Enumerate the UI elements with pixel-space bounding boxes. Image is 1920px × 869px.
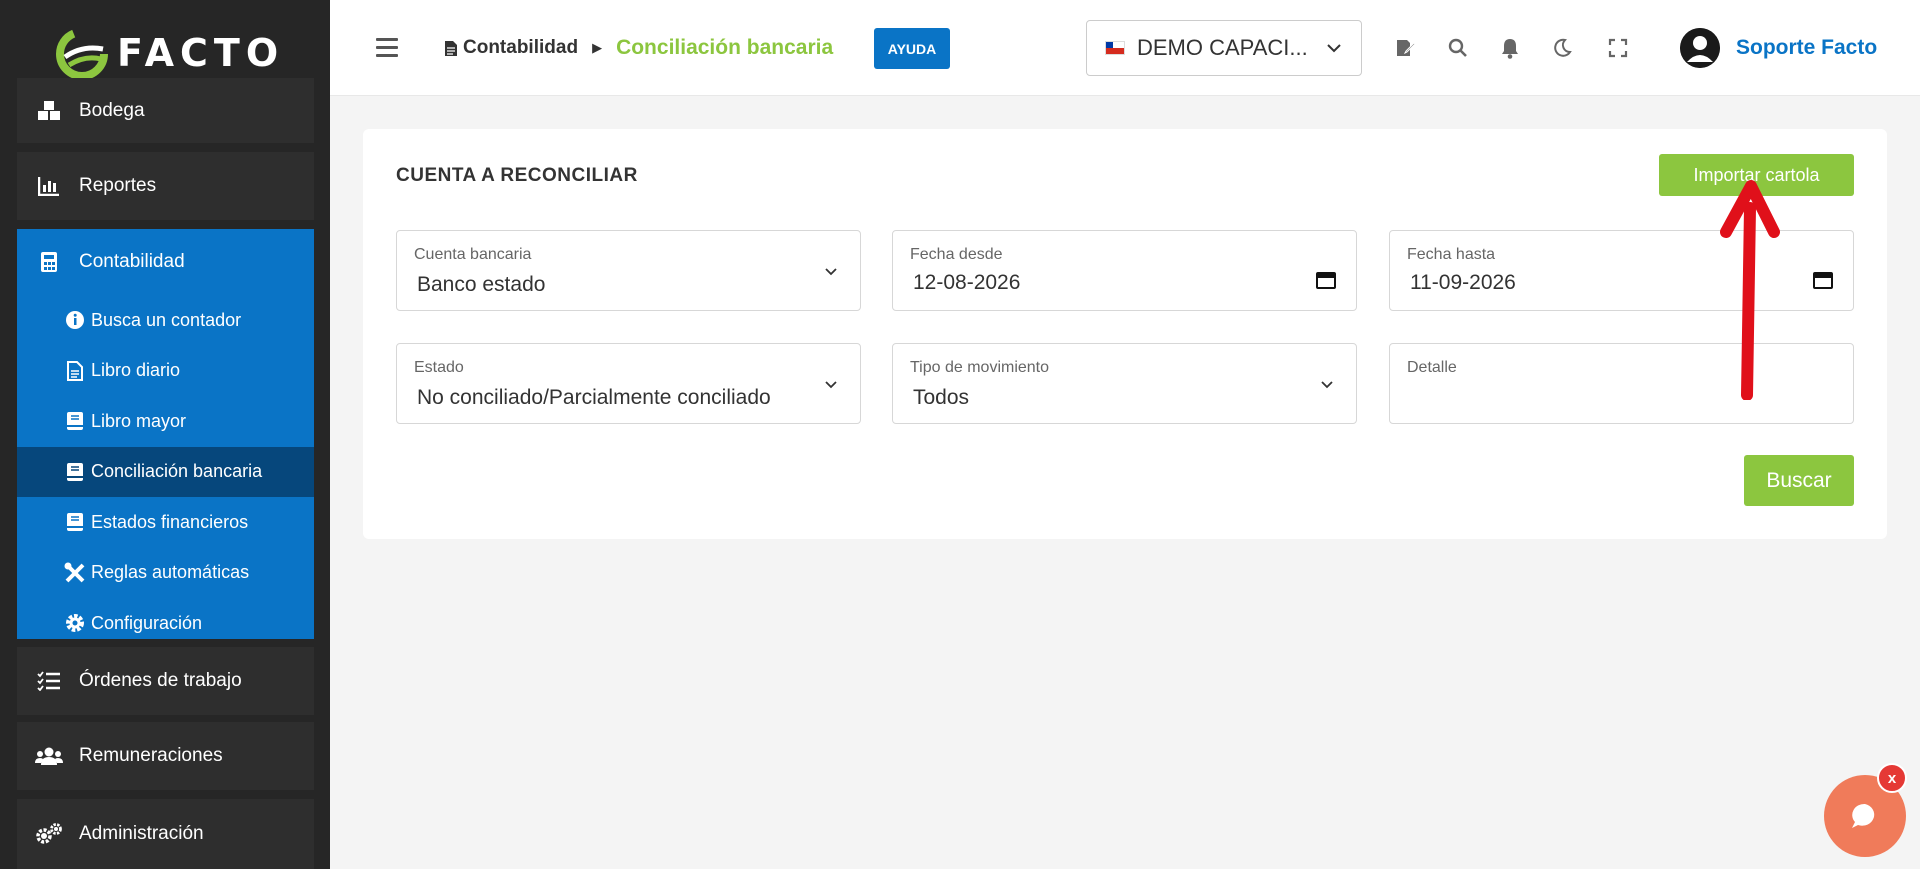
checklist-icon [35,671,63,691]
search-icon[interactable] [1446,36,1470,60]
sidebar-subitem-label: Reglas automáticas [91,562,250,583]
field-value: No conciliado/Parcialmente conciliado [417,386,771,409]
file-icon [63,360,87,381]
bell-icon[interactable] [1498,36,1522,60]
sidebar-group-contabilidad: Contabilidad Busca un contador Libro dia… [17,229,314,639]
chevron-down-icon [1321,381,1333,389]
field-label: Detalle [1407,359,1457,376]
users-icon [35,746,63,766]
annotation-arrow-icon [1720,180,1780,400]
chat-bubble-icon [1852,803,1875,828]
sidebar: FACTO powered by koywe Bodega Reportes C… [0,0,330,869]
sidebar-subitem-label: Libro diario [91,360,181,381]
book-icon [63,512,87,532]
field-label: Tipo de movimiento [910,359,1050,376]
sidebar-subitem-reglas-automaticas[interactable]: Reglas automáticas [17,548,314,599]
card-title: CUENTA A RECONCILIAR [396,165,638,186]
field-label: Fecha hasta [1407,246,1496,263]
gear-icon [63,612,87,634]
field-label: Estado [414,359,464,376]
breadcrumb-root-label: Contabilidad [463,37,579,58]
sidebar-item-label: Órdenes de trabajo [79,670,242,691]
sidebar-subitem-libro-mayor[interactable]: Libro mayor [17,396,314,447]
facto-logo-icon [56,28,108,80]
boxes-icon [35,100,63,122]
user-name[interactable]: Soporte Facto [1736,36,1877,60]
bank-account-select[interactable]: Cuenta bancaria Banco estado [396,230,861,311]
company-select[interactable]: DEMO CAPACI... [1086,20,1362,76]
chevron-down-icon [825,268,837,276]
user-icon [1680,28,1720,68]
breadcrumb-root[interactable]: Contabilidad [444,37,578,59]
sidebar-item-label: Bodega [79,99,145,121]
chile-flag-icon [1105,41,1125,55]
field-value: 12-08-2026 [913,271,1021,294]
book-icon [63,411,87,431]
menu-toggle-icon[interactable] [376,38,398,62]
sidebar-item-label: Remuneraciones [79,745,223,766]
fullscreen-icon[interactable] [1606,36,1630,60]
chevron-down-icon [825,381,837,389]
sidebar-item-label: Reportes [79,175,157,196]
field-value: Todos [913,386,970,409]
gears-icon [35,823,63,845]
tools-icon [63,562,87,584]
search-button[interactable]: Buscar [1744,455,1854,506]
date-to-input[interactable]: Fecha hasta 11-09-2026 [1389,230,1854,311]
date-from-input[interactable]: Fecha desde 12-08-2026 [892,230,1357,311]
sidebar-item-reportes[interactable]: Reportes [17,152,314,220]
sidebar-subitem-conciliacion-bancaria[interactable]: Conciliación bancaria [17,446,314,497]
bar-chart-icon [35,176,63,196]
reconcile-card: CUENTA A RECONCILIAR Importar cartola Cu… [363,129,1887,539]
top-header: Contabilidad ▶ Conciliación bancaria AYU… [330,0,1920,96]
breadcrumb-current: Conciliación bancaria [616,36,834,59]
sidebar-subitem-label: Busca un contador [91,309,242,330]
moon-icon[interactable] [1550,36,1574,60]
sidebar-subitem-label: Conciliación bancaria [91,461,263,482]
field-value: 11-09-2026 [1410,271,1516,294]
sidebar-subitem-label: Libro mayor [91,410,187,431]
sidebar-item-ordenes-trabajo[interactable]: Órdenes de trabajo [17,647,314,715]
help-button[interactable]: AYUDA [874,28,950,69]
detail-input[interactable]: Detalle [1389,343,1854,424]
chevron-down-icon [1327,44,1341,53]
company-name: DEMO CAPACI... [1137,35,1308,60]
sidebar-subitem-busca-contador[interactable]: Busca un contador [17,295,314,346]
sidebar-item-label: Contabilidad [79,251,185,272]
sidebar-subitem-libro-diario[interactable]: Libro diario [17,346,314,397]
chat-close-button[interactable]: x [1877,763,1907,793]
breadcrumb: Contabilidad ▶ Conciliación bancaria [444,36,833,60]
user-avatar[interactable] [1680,28,1720,68]
brand-name: FACTO [117,31,285,75]
sidebar-item-label: Administración [79,823,204,844]
sidebar-subitem-label: Estados financieros [91,511,249,532]
field-value: Banco estado [417,273,546,296]
sidebar-item-contabilidad[interactable]: Contabilidad [17,229,314,295]
movement-type-select[interactable]: Tipo de movimiento Todos [892,343,1357,424]
sidebar-subitem-configuracion[interactable]: Configuración [17,598,314,649]
calendar-icon[interactable] [1813,271,1833,289]
sidebar-item-administracion[interactable]: Administración [17,799,314,869]
status-select[interactable]: Estado No conciliado/Parcialmente concil… [396,343,861,424]
sidebar-item-remuneraciones[interactable]: Remuneraciones [17,722,314,790]
field-label: Fecha desde [910,246,1003,263]
sidebar-item-bodega[interactable]: Bodega [17,78,314,143]
sidebar-subitem-label: Configuración [91,612,203,633]
calculator-icon [35,251,63,273]
info-circle-icon [63,310,87,330]
calendar-icon[interactable] [1316,271,1336,289]
field-label: Cuenta bancaria [414,246,532,263]
book-icon [63,462,87,482]
sidebar-subitem-estados-financieros[interactable]: Estados financieros [17,497,314,548]
edit-document-icon[interactable] [1394,36,1418,60]
file-icon [445,40,457,56]
caret-right-icon: ▶ [592,40,603,55]
